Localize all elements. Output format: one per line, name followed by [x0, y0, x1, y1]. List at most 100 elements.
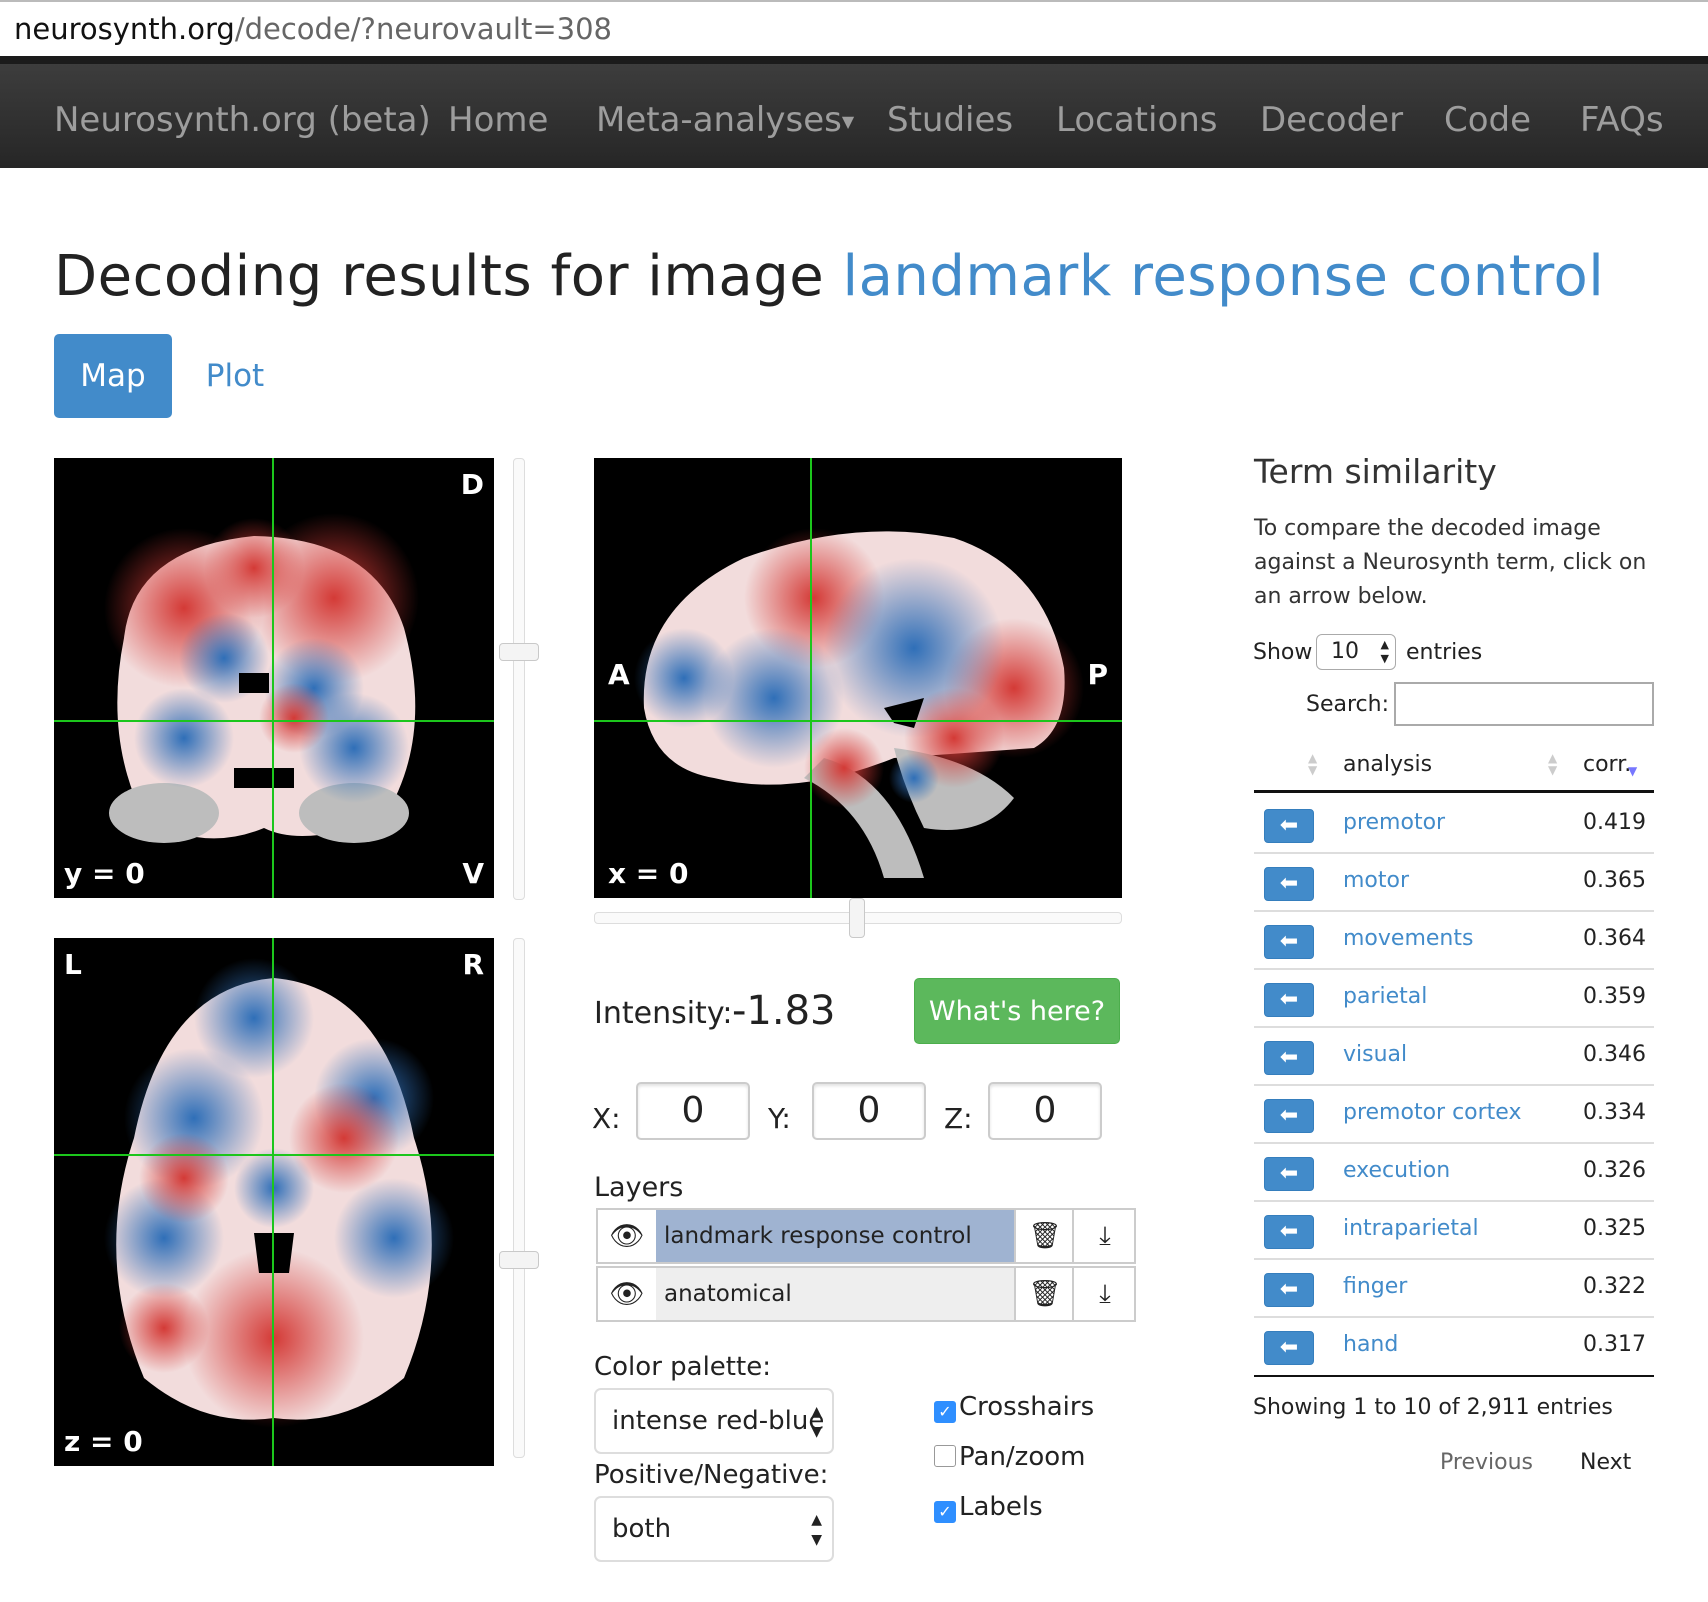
arrow-left-icon[interactable]: ⬅ [1264, 867, 1314, 901]
download-icon[interactable]: ⤓ [1072, 1210, 1136, 1262]
right-label: R [462, 948, 484, 981]
arrow-left-icon[interactable]: ⬅ [1264, 1157, 1314, 1191]
labels-checkbox[interactable]: ✓ Labels [934, 1492, 1043, 1523]
eye-icon[interactable]: 👁 [598, 1268, 658, 1320]
column-header-analysis[interactable]: analysis [1343, 752, 1432, 777]
nav-code[interactable]: Code [1444, 100, 1531, 140]
z-label: Z: [944, 1102, 973, 1135]
url-text[interactable]: neurosynth.org/decode/?neurovault=308 [14, 12, 612, 46]
image-link[interactable]: landmark response control [843, 244, 1605, 309]
layer-name[interactable]: anatomical [656, 1268, 1014, 1320]
nav-decoder[interactable]: Decoder [1260, 100, 1403, 140]
nav-locations[interactable]: Locations [1056, 100, 1218, 140]
table-row: ⬅ movements 0.364 [1254, 912, 1654, 970]
crosshairs-checkbox[interactable]: ✓ Crosshairs [934, 1392, 1094, 1423]
x-label: X: [592, 1102, 621, 1135]
panzoom-checkbox[interactable]: Pan/zoom [934, 1442, 1085, 1472]
term-link[interactable]: parietal [1343, 984, 1427, 1009]
term-link[interactable]: finger [1343, 1274, 1407, 1299]
term-link[interactable]: intraparietal [1343, 1216, 1479, 1241]
trash-icon[interactable]: 🗑 [1014, 1210, 1074, 1262]
y-coord-input[interactable]: 0 [812, 1082, 926, 1140]
layer-name[interactable]: landmark response control [656, 1210, 1014, 1262]
table-row: ⬅ finger 0.322 [1254, 1260, 1654, 1318]
table-row: ⬅ visual 0.346 [1254, 1028, 1654, 1086]
slice-label: y = 0 [64, 857, 145, 890]
caret-down-icon: ▼ [841, 112, 855, 131]
arrow-left-icon[interactable]: ⬅ [1264, 1215, 1314, 1249]
posterior-label: P [1087, 658, 1108, 691]
crosshair-horizontal [54, 720, 494, 722]
arrow-left-icon[interactable]: ⬅ [1264, 925, 1314, 959]
eye-icon[interactable]: 👁 [598, 1210, 658, 1262]
corr-value: 0.364 [1583, 926, 1646, 951]
tab-plot[interactable]: Plot [188, 334, 282, 418]
term-link[interactable]: premotor cortex [1343, 1100, 1521, 1125]
sagittal-brain-image [634, 528, 1084, 878]
table-row: ⬅ parietal 0.359 [1254, 970, 1654, 1028]
sagittal-view[interactable]: A P x = 0 [594, 458, 1122, 898]
crosshair-vertical [272, 938, 274, 1466]
navbar: Neurosynth.org (beta) Home Meta-analyses… [0, 56, 1708, 168]
arrow-left-icon[interactable]: ⬅ [1264, 983, 1314, 1017]
term-link[interactable]: execution [1343, 1158, 1450, 1183]
slider-handle[interactable] [499, 1251, 539, 1269]
address-bar[interactable]: neurosynth.org/decode/?neurovault=308 [0, 0, 1708, 54]
checkbox-unchecked-icon[interactable] [934, 1445, 956, 1467]
term-link[interactable]: visual [1343, 1042, 1407, 1067]
checkbox-label: Pan/zoom [959, 1442, 1086, 1472]
term-similarity-description: To compare the decoded image against a N… [1254, 516, 1647, 609]
posneg-select[interactable]: both ▲ ▼ [594, 1496, 834, 1562]
arrow-left-icon[interactable]: ⬅ [1264, 809, 1314, 843]
checkbox-checked-icon[interactable]: ✓ [934, 1401, 956, 1423]
nav-meta-analyses[interactable]: Meta-analyses▼ [596, 100, 854, 140]
term-link[interactable]: motor [1343, 868, 1409, 893]
checkbox-checked-icon[interactable]: ✓ [934, 1501, 956, 1523]
arrow-left-icon[interactable]: ⬅ [1264, 1273, 1314, 1307]
table-row: ⬅ intraparietal 0.325 [1254, 1202, 1654, 1260]
table-row: ⬅ execution 0.326 [1254, 1144, 1654, 1202]
coronal-slider[interactable] [499, 458, 539, 900]
palette-select[interactable]: intense red-blue ▲ ▼ [594, 1388, 834, 1454]
z-coord-input[interactable]: 0 [988, 1082, 1102, 1140]
whats-here-button[interactable]: What's here? [914, 978, 1120, 1044]
layer-row[interactable]: 👁 landmark response control 🗑 ⤓ [596, 1208, 1136, 1264]
previous-button[interactable]: Previous [1440, 1450, 1533, 1475]
select-arrows-icon: ▲ ▼ [1380, 638, 1389, 665]
download-icon[interactable]: ⤓ [1072, 1268, 1136, 1320]
next-button[interactable]: Next [1580, 1450, 1631, 1475]
slider-handle[interactable] [499, 643, 539, 661]
sort-both-icon[interactable]: ▲ ▼ [1308, 752, 1317, 776]
layer-row[interactable]: 👁 anatomical 🗑 ⤓ [596, 1266, 1136, 1322]
nav-studies[interactable]: Studies [887, 100, 1013, 140]
nav-home[interactable]: Home [448, 100, 548, 140]
sagittal-slider[interactable] [594, 898, 1122, 938]
show-label: Show [1253, 640, 1313, 665]
brand-link[interactable]: Neurosynth.org (beta) [54, 100, 431, 140]
column-header-corr[interactable]: corr. [1583, 752, 1631, 777]
intensity-label: Intensity: [594, 996, 733, 1031]
tab-map[interactable]: Map [54, 334, 172, 418]
corr-value: 0.334 [1583, 1100, 1646, 1125]
crosshair-vertical [272, 458, 274, 898]
entries-label: entries [1406, 640, 1483, 665]
table-bottom-rule [1254, 1375, 1654, 1377]
arrow-left-icon[interactable]: ⬅ [1264, 1331, 1314, 1365]
nav-faqs[interactable]: FAQs [1580, 100, 1664, 140]
axial-slider[interactable] [499, 938, 539, 1458]
term-link[interactable]: premotor [1343, 810, 1445, 835]
entries-per-page-select[interactable]: 10 ▲ ▼ [1316, 634, 1396, 670]
term-link[interactable]: movements [1343, 926, 1473, 951]
coronal-view[interactable]: D V y = 0 [54, 458, 494, 898]
arrow-left-icon[interactable]: ⬅ [1264, 1099, 1314, 1133]
posneg-value: both [612, 1514, 672, 1544]
arrow-left-icon[interactable]: ⬅ [1264, 1041, 1314, 1075]
search-input[interactable] [1394, 682, 1654, 726]
slider-handle[interactable] [849, 898, 865, 938]
anterior-label: A [608, 658, 630, 691]
term-link[interactable]: hand [1343, 1332, 1398, 1357]
sort-both-icon[interactable]: ▲ ▼ [1548, 752, 1557, 776]
axial-view[interactable]: L R z = 0 [54, 938, 494, 1466]
x-coord-input[interactable]: 0 [636, 1082, 750, 1140]
trash-icon[interactable]: 🗑 [1014, 1268, 1074, 1320]
